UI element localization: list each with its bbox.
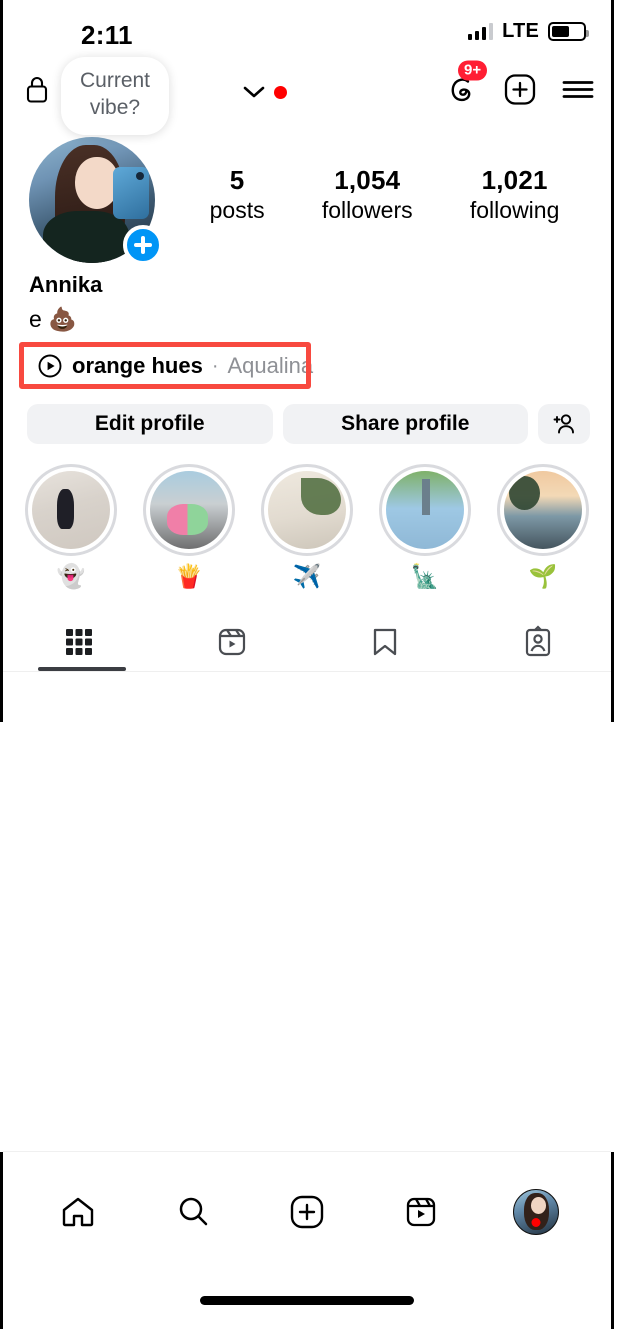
- highlight-label: 🌱: [528, 563, 558, 590]
- music-artist-name: Aqualina: [227, 353, 314, 379]
- profile-header: Current vibe? 5 posts 1,054 followers 1,…: [3, 57, 614, 265]
- grid-icon: [66, 628, 93, 655]
- plus-square-icon: [290, 1195, 324, 1229]
- bookmark-icon: [373, 628, 397, 656]
- highlight-label: 👻: [56, 563, 86, 590]
- account-switcher[interactable]: [243, 85, 287, 99]
- highlight-label: 🗽: [410, 563, 440, 590]
- device-frame-left-top: [0, 0, 3, 722]
- highlight-airplane[interactable]: ✈️: [261, 464, 353, 591]
- profile-notification-dot: [531, 1218, 541, 1227]
- followers-count: 1,054: [334, 164, 401, 195]
- app-viewport: 2:11 LTE 9+ Current vibe? 5 posts 1,054 …: [3, 0, 614, 1329]
- profile-music-zone: orange hues · Aqualina: [3, 342, 614, 390]
- following-count: 1,021: [481, 164, 548, 195]
- tab-posts[interactable]: [3, 613, 156, 671]
- chevron-down-icon: [243, 86, 265, 98]
- device-frame-right-bottom: [611, 1152, 614, 1329]
- play-circle-icon: [38, 354, 62, 378]
- stat-following[interactable]: 1,021 following: [470, 165, 560, 225]
- status-bar: 2:11 LTE: [3, 0, 614, 62]
- nav-reels[interactable]: [364, 1192, 478, 1232]
- profile-action-buttons: Edit profile Share profile: [3, 386, 614, 445]
- following-label: following: [469, 197, 560, 224]
- edit-profile-button[interactable]: Edit profile: [27, 404, 273, 445]
- home-icon: [63, 1197, 94, 1227]
- threads-badge: 9+: [458, 60, 488, 81]
- unread-dot-indicator: [274, 85, 287, 99]
- nav-create[interactable]: [250, 1192, 364, 1232]
- highlight-seedling[interactable]: 🌱: [497, 464, 589, 591]
- profile-stats: 5 posts 1,054 followers 1,021 following: [161, 165, 588, 225]
- nav-profile[interactable]: [479, 1189, 593, 1235]
- highlight-label: 🍟: [174, 563, 204, 590]
- plus-square-icon: [504, 74, 536, 105]
- tab-reels[interactable]: [156, 613, 309, 671]
- highlight-fries[interactable]: 🍟: [143, 464, 235, 591]
- device-frame-right-top: [611, 0, 614, 722]
- discover-people-button[interactable]: [538, 404, 590, 445]
- highlight-ghost[interactable]: 👻: [25, 464, 117, 591]
- followers-label: followers: [321, 197, 413, 224]
- reels-icon: [219, 628, 246, 656]
- bio-text: e 💩: [29, 306, 77, 332]
- posts-grid-empty-area: [3, 671, 614, 1100]
- profile-music-row[interactable]: orange hues · Aqualina: [29, 346, 588, 386]
- add-person-icon: [553, 414, 574, 434]
- display-name: Annika: [29, 272, 103, 297]
- active-tab-indicator: [38, 666, 126, 671]
- top-nav-actions: 9+: [444, 60, 596, 113]
- add-story-button[interactable]: [123, 225, 163, 265]
- lock-icon[interactable]: [25, 75, 49, 110]
- stat-followers[interactable]: 1,054 followers: [322, 165, 413, 225]
- tagged-icon: [525, 625, 550, 657]
- highlight-statue-of-liberty[interactable]: 🗽: [379, 464, 471, 591]
- share-profile-button[interactable]: Share profile: [282, 404, 528, 445]
- create-button[interactable]: [502, 72, 538, 113]
- bottom-nav-bar: [3, 1151, 611, 1329]
- search-icon: [179, 1197, 207, 1226]
- highlight-label: ✈️: [292, 563, 322, 590]
- music-track-name: orange hues: [72, 353, 203, 379]
- bottom-nav-items: [3, 1152, 611, 1272]
- network-type-label: LTE: [502, 20, 539, 42]
- hamburger-menu-icon: [562, 81, 594, 98]
- posts-label: posts: [209, 197, 265, 224]
- profile-tabs: [3, 613, 614, 671]
- profile-avatar-icon: [512, 1189, 559, 1235]
- tab-tagged[interactable]: [461, 613, 614, 671]
- status-bar-indicators: LTE: [467, 20, 589, 43]
- nav-home[interactable]: [21, 1192, 135, 1232]
- battery-icon: [548, 22, 589, 41]
- device-frame-left-bottom: [0, 1152, 3, 1329]
- posts-count: 5: [229, 164, 245, 195]
- stat-posts[interactable]: 5 posts: [210, 165, 265, 225]
- tab-saved[interactable]: [309, 613, 462, 671]
- menu-button[interactable]: [560, 75, 596, 110]
- reels-icon: [407, 1197, 436, 1227]
- avatar-block[interactable]: Current vibe?: [29, 57, 169, 265]
- status-bar-time: 2:11: [81, 20, 133, 50]
- story-highlights-row: 👻 🍟 ✈️ 🗽 🌱: [3, 444, 614, 591]
- threads-button[interactable]: 9+: [444, 60, 488, 113]
- profile-note-bubble[interactable]: Current vibe?: [61, 57, 169, 135]
- nav-search[interactable]: [135, 1192, 249, 1232]
- home-indicator: [200, 1296, 414, 1305]
- profile-bio-section: Annika e 💩: [3, 262, 614, 336]
- music-separator: ·: [211, 354, 219, 377]
- signal-bars-icon: [467, 23, 494, 40]
